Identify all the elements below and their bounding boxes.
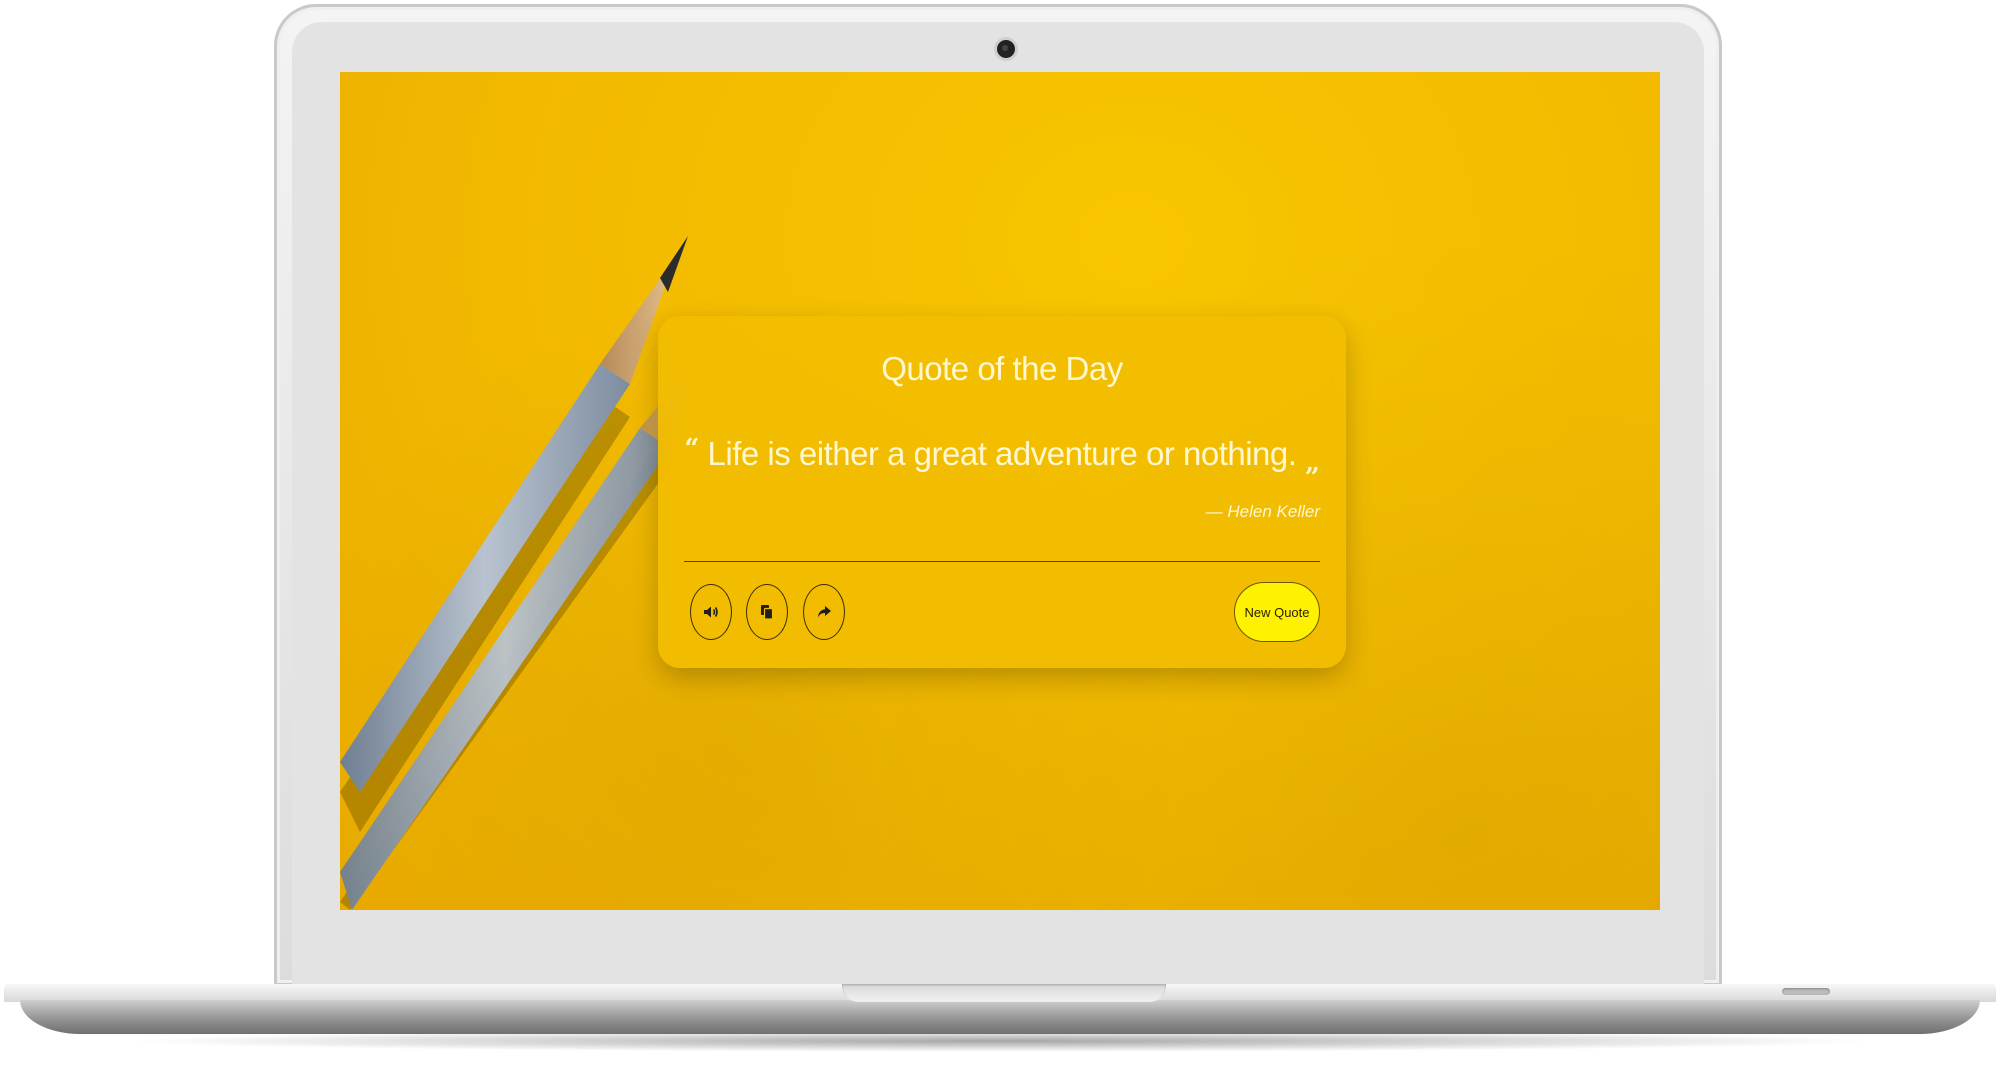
quote-text: Life is either a great adventure or noth…: [707, 435, 1297, 472]
speaker-icon: [704, 606, 718, 618]
quote-card: Quote of the Day “ Life is either a grea…: [658, 316, 1346, 668]
speak-button[interactable]: [690, 584, 732, 640]
pencil-two: [340, 362, 695, 910]
quote-line: “ Life is either a great adventure or no…: [658, 434, 1346, 478]
screen: Quote of the Day “ Life is either a grea…: [340, 72, 1660, 910]
laptop-base-bottom: [20, 1000, 1980, 1034]
webcam-icon: [997, 40, 1015, 58]
divider: [684, 561, 1320, 562]
share-icon: [818, 606, 831, 618]
card-title: Quote of the Day: [881, 350, 1123, 387]
share-button[interactable]: [803, 584, 845, 640]
copy-icon: [761, 605, 774, 620]
status-indicator-light: [1782, 988, 1830, 995]
close-quote-icon: „: [1305, 448, 1320, 478]
copy-button[interactable]: [746, 584, 788, 640]
laptop-opening-notch: [842, 984, 1166, 1002]
laptop-mockup: Quote of the Day “ Life is either a grea…: [0, 0, 2000, 1080]
quote-author: — Helen Keller: [1205, 502, 1320, 521]
new-quote-button[interactable]: New Quote: [1234, 582, 1320, 642]
open-quote-icon: “: [684, 434, 699, 464]
